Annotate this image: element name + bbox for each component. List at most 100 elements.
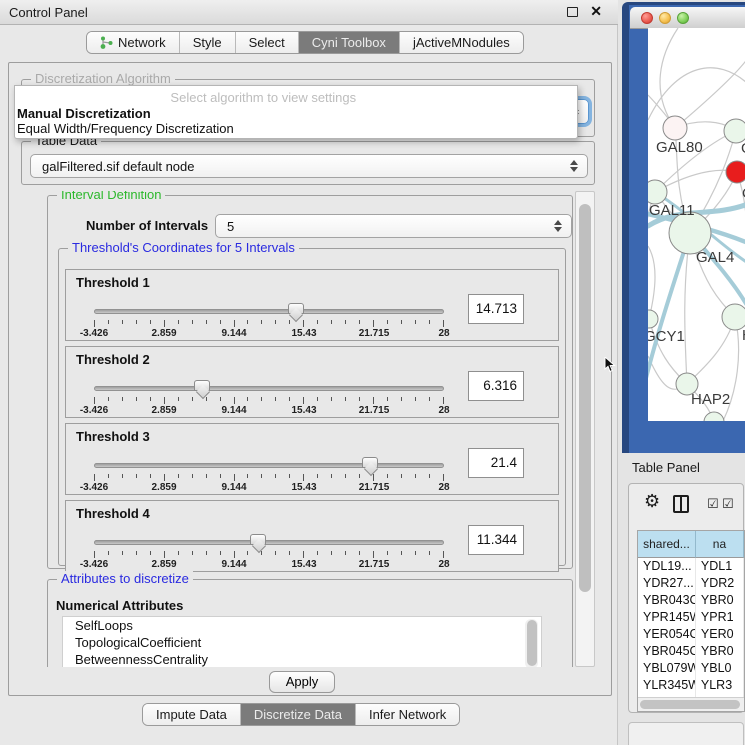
- network-edge: [660, 28, 678, 128]
- tick-mark: [164, 397, 165, 404]
- select-all-columns-icon[interactable]: ☑: [722, 497, 734, 512]
- tick-mark: [122, 320, 123, 324]
- tick-mark: [178, 397, 179, 401]
- table-row[interactable]: YDL19...YDL1: [638, 558, 744, 575]
- number-of-intervals-combobox[interactable]: 5: [215, 214, 572, 238]
- node-attribute-table[interactable]: shared...na YDL19...YDL1YDR27...YDR2YBR0…: [637, 530, 745, 712]
- tab-label: Impute Data: [156, 707, 227, 722]
- tick-mark: [317, 474, 318, 478]
- tick-label: 2.859: [151, 482, 176, 493]
- table-row[interactable]: YPR145WYPR1: [638, 609, 744, 626]
- slider-thumb[interactable]: [250, 534, 266, 545]
- tick-mark: [150, 474, 151, 478]
- tab-select[interactable]: Select: [236, 32, 299, 53]
- tab-style[interactable]: Style: [180, 32, 236, 53]
- tab-impute-data[interactable]: Impute Data: [143, 704, 241, 725]
- slider-track[interactable]: [94, 463, 444, 468]
- threshold-value-field[interactable]: 11.344: [468, 525, 524, 555]
- column-header-na[interactable]: na: [696, 531, 744, 558]
- tick-mark: [234, 551, 235, 558]
- tick-mark: [94, 474, 95, 481]
- float-window-icon[interactable]: [567, 7, 578, 17]
- table-row[interactable]: YBR045CYBR0: [638, 643, 744, 660]
- network-canvas[interactable]: GAL80GCGAL11GAL4GCY1HHAP2: [648, 28, 745, 421]
- network-window-titlebar[interactable]: [630, 7, 745, 29]
- scrollbar-thumb[interactable]: [640, 700, 740, 709]
- scrollbar-thumb[interactable]: [579, 204, 591, 592]
- list-item-topologicalcoefficient[interactable]: TopologicalCoefficient: [63, 634, 541, 651]
- tab-label: Style: [193, 35, 222, 50]
- threshold-label: Threshold 3: [76, 429, 150, 444]
- slider-track[interactable]: [94, 309, 444, 314]
- table-row[interactable]: YLR345WYLR3: [638, 677, 744, 694]
- slider-tick-labels: -3.4262.8599.14415.4321.71528: [94, 328, 444, 340]
- tick-label: 15.43: [291, 482, 316, 493]
- gear-icon[interactable]: ⚙: [644, 493, 660, 511]
- control-panel: Control Panel ✕ NetworkStyleSelectCyni T…: [0, 0, 618, 745]
- tab-infer-network[interactable]: Infer Network: [356, 704, 459, 725]
- close-traffic-light-icon[interactable]: [641, 12, 653, 24]
- tick-mark: [220, 397, 221, 401]
- slider-tick-labels: -3.4262.8599.14415.4321.71528: [94, 559, 444, 571]
- table-horizontal-scrollbar[interactable]: [638, 697, 744, 711]
- table-data-combobox[interactable]: galFiltered.sif default node: [30, 154, 588, 178]
- tick-mark: [289, 320, 290, 324]
- threshold-value-field[interactable]: 14.713: [468, 294, 524, 324]
- slider-thumb[interactable]: [194, 380, 210, 391]
- slider-track[interactable]: [94, 386, 444, 391]
- number-of-intervals-label: Number of Intervals: [86, 218, 208, 233]
- attributes-scrollbar[interactable]: [525, 619, 538, 667]
- tab-discretize-data[interactable]: Discretize Data: [241, 704, 356, 725]
- tick-label: 9.144: [221, 328, 246, 339]
- table-cell: YBL0: [696, 660, 744, 677]
- tick-mark: [178, 551, 179, 555]
- tick-mark: [331, 397, 332, 401]
- zoom-traffic-light-icon[interactable]: [677, 12, 689, 24]
- node-label: GAL11: [649, 202, 695, 219]
- threshold-label: Threshold 1: [76, 275, 150, 290]
- minimize-traffic-light-icon[interactable]: [659, 12, 671, 24]
- threshold-value-field[interactable]: 6.316: [468, 371, 524, 401]
- tick-mark: [443, 397, 444, 404]
- tick-mark: [275, 551, 276, 555]
- node-label: HAP2: [691, 391, 730, 408]
- slider-thumb[interactable]: [288, 303, 304, 314]
- tick-label: 21.715: [359, 482, 390, 493]
- apply-button[interactable]: Apply: [269, 671, 335, 693]
- threshold-value-field[interactable]: 21.4: [468, 448, 524, 478]
- tick-mark: [206, 320, 207, 324]
- settings-scrollbar[interactable]: [575, 191, 595, 667]
- table-row[interactable]: YER054CYER0: [638, 626, 744, 643]
- slider-ticks: [94, 474, 444, 481]
- tab-cyni-toolbox[interactable]: Cyni Toolbox: [299, 32, 400, 53]
- split-columns-icon[interactable]: [673, 495, 689, 513]
- tick-mark: [94, 397, 95, 404]
- tab-label: Cyni Toolbox: [312, 35, 386, 50]
- tick-label: 21.715: [359, 559, 390, 570]
- table-row[interactable]: YBL079WYBL0: [638, 660, 744, 677]
- tick-mark: [303, 551, 304, 558]
- tick-mark: [415, 474, 416, 478]
- threshold-panel-1: Threshold 1-3.4262.8599.14415.4321.71528…: [65, 269, 559, 341]
- slider-thumb[interactable]: [362, 457, 378, 468]
- column-header-shared-[interactable]: shared...: [638, 531, 696, 558]
- discretization-algorithm-title: Discretization Algorithm: [31, 71, 175, 86]
- slider-track[interactable]: [94, 540, 444, 545]
- popup-item-equal-width-frequency-discretization[interactable]: Equal Width/Frequency Discretization: [15, 121, 577, 136]
- tick-mark: [429, 551, 430, 555]
- table-row[interactable]: YDR27...YDR2: [638, 575, 744, 592]
- list-item-betweennesscentrality[interactable]: BetweennessCentrality: [63, 651, 541, 667]
- close-icon[interactable]: ✕: [590, 3, 602, 20]
- table-row[interactable]: YBR043CYBR0: [638, 592, 744, 609]
- select-columns-icon[interactable]: ☑: [707, 497, 719, 512]
- tab-jactivemnodules[interactable]: jActiveMNodules: [400, 32, 523, 53]
- tick-label: 15.43: [291, 328, 316, 339]
- tick-mark: [136, 397, 137, 401]
- tick-mark: [275, 397, 276, 401]
- tab-network[interactable]: Network: [87, 32, 180, 53]
- numerical-attributes-list[interactable]: SelfLoopsTopologicalCoefficientBetweenne…: [62, 616, 542, 667]
- list-item-selfloops[interactable]: SelfLoops: [63, 617, 541, 634]
- slider-tick-labels: -3.4262.8599.14415.4321.71528: [94, 482, 444, 494]
- attributes-group: Attributes to discretize Numerical Attri…: [47, 579, 573, 667]
- popup-item-manual-discretization[interactable]: Manual Discretization: [15, 106, 577, 121]
